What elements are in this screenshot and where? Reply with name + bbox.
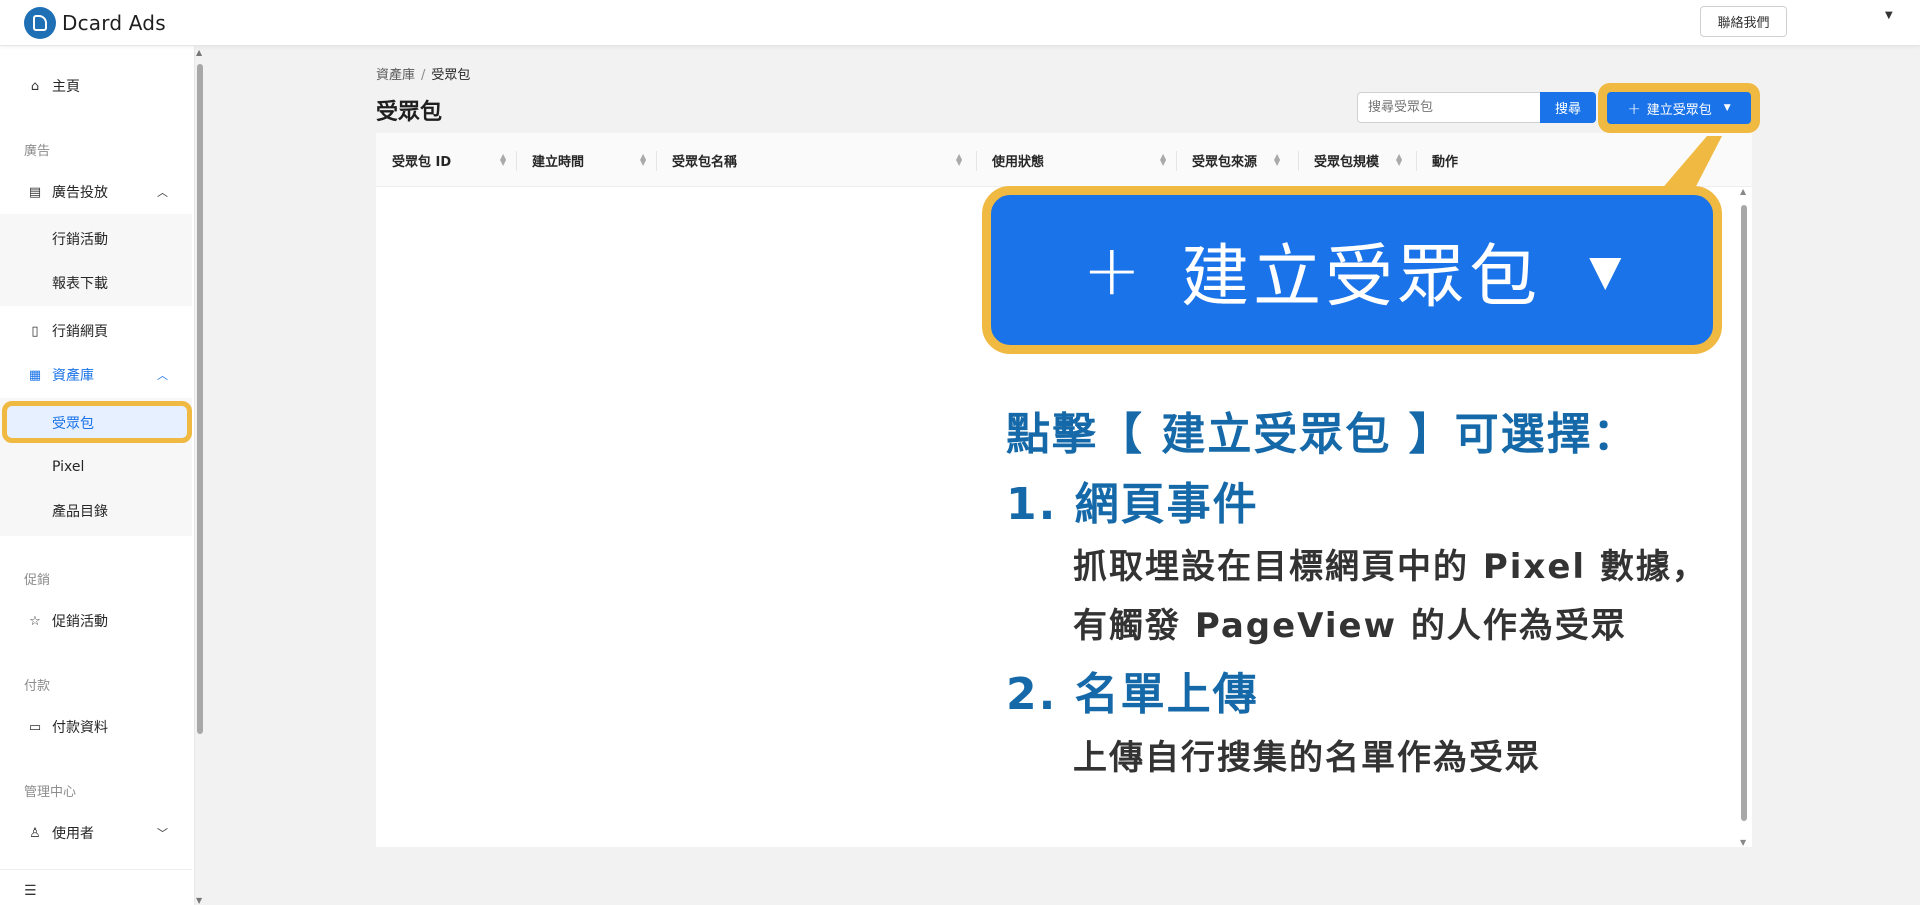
search-button[interactable]: 搜尋	[1540, 92, 1596, 123]
column-label: 受眾包 ID	[392, 154, 452, 170]
sort-icon[interactable]: ▲ ▼	[1396, 153, 1402, 167]
sidebar-item-home[interactable]: ⌂ 主頁	[0, 66, 192, 106]
sidebar-section-promo: 促銷	[24, 573, 51, 588]
sidebar-section-admin: 管理中心	[24, 785, 77, 800]
phone-icon: ▯	[31, 323, 39, 339]
sidebar-section-payment: 付款	[24, 679, 51, 694]
create-audience-button[interactable]: + 建立受眾包 ▼	[1607, 92, 1751, 124]
app-logo[interactable]: Dcard Ads	[24, 7, 166, 39]
column-header-status[interactable]: 使用狀態 ▲ ▼	[992, 133, 1176, 187]
chevron-up-icon: ︿	[157, 369, 168, 382]
create-audience-label: 建立受眾包	[1646, 102, 1712, 118]
breadcrumb-parent[interactable]: 資產庫	[376, 68, 415, 83]
column-label: 建立時間	[532, 154, 585, 170]
breadcrumb: 資產庫 / 受眾包	[376, 64, 470, 83]
annotation-heading: 點擊【 建立受眾包 】可選擇：	[1006, 409, 1639, 460]
sidebar-item-asset-library[interactable]: ▦ 資產庫 ︿	[0, 355, 192, 395]
column-divider	[656, 151, 657, 171]
column-header-id[interactable]: 受眾包 ID ▲ ▼	[392, 133, 516, 187]
sidebar-section-ads: 廣告	[24, 144, 51, 159]
sidebar-item-pixel[interactable]: Pixel	[0, 447, 192, 487]
star-icon: ☆	[29, 613, 41, 629]
contact-us-button[interactable]: 聯絡我們	[1700, 6, 1787, 37]
column-header-size[interactable]: 受眾包規模 ▲ ▼	[1314, 133, 1418, 187]
top-bar: Dcard Ads 聯絡我們 ▼	[0, 0, 1920, 46]
column-divider	[516, 151, 517, 171]
sidebar-item-label: 行銷網頁	[52, 324, 108, 340]
app-name: Dcard Ads	[62, 11, 166, 35]
account-caret-down-icon[interactable]: ▼	[1885, 10, 1893, 21]
sidebar-item-ad-delivery[interactable]: ▤ 廣告投放 ︿	[0, 172, 192, 212]
sort-icon[interactable]: ▲ ▼	[500, 153, 506, 167]
column-label: 受眾包規模	[1314, 154, 1380, 170]
sort-icon[interactable]: ▲ ▼	[1160, 153, 1166, 167]
sidebar-item-label: 促銷活動	[52, 614, 108, 630]
table-header: 受眾包 ID ▲ ▼ 建立時間 ▲ ▼ 受眾包名稱 ▲ ▼ 使用狀態 ▲ ▼ 受眾包來源…	[376, 133, 1752, 187]
calendar-icon: ▤	[28, 184, 42, 200]
sidebar-item-catalog[interactable]: 產品目錄	[0, 491, 192, 531]
sidebar-scrollbar[interactable]: ▲ ▼	[196, 48, 204, 905]
callout-button-label: 建立受眾包	[1181, 237, 1542, 317]
chevron-up-icon: ︿	[157, 186, 168, 199]
book-icon: ▦	[28, 367, 42, 383]
card-icon: ▭	[28, 719, 42, 735]
sidebar: ⌂ 主頁 廣告 ▤ 廣告投放 ︿ 行銷活動 報表下載 ▯ 行銷網頁 ▦ 資產庫 …	[0, 46, 195, 905]
search-input[interactable]	[1357, 92, 1540, 123]
sort-icon[interactable]: ▲ ▼	[1274, 153, 1280, 167]
sidebar-item-payment-info[interactable]: ▭ 付款資料	[0, 707, 192, 747]
sidebar-item-reports[interactable]: 報表下載	[0, 263, 192, 303]
column-header-name[interactable]: 受眾包名稱 ▲ ▼	[672, 133, 972, 187]
breadcrumb-current: 受眾包	[431, 68, 471, 83]
sidebar-item-label: 主頁	[52, 79, 80, 95]
column-header-actions: 動作	[1432, 133, 1532, 187]
home-icon: ⌂	[30, 78, 40, 94]
sidebar-item-users[interactable]: ♙ 使用者 ﹀	[0, 813, 192, 853]
caret-down-icon: ▼	[1723, 103, 1731, 113]
column-divider	[1176, 151, 1177, 171]
column-header-source[interactable]: 受眾包來源 ▲ ▼	[1192, 133, 1296, 187]
chevron-down-icon: ﹀	[157, 827, 168, 840]
sidebar-item-label: 廣告投放	[52, 185, 108, 201]
table-scrollbar[interactable]: ▲ ▼	[1738, 187, 1750, 847]
scroll-down-icon[interactable]: ▼	[196, 896, 202, 905]
user-icon: ♙	[29, 825, 41, 841]
sort-icon[interactable]: ▲ ▼	[640, 153, 646, 167]
breadcrumb-separator: /	[421, 68, 426, 83]
plus-icon: +	[1082, 229, 1142, 311]
page-title: 受眾包	[376, 100, 443, 125]
callout-zoomed-create-button: + 建立受眾包 ▼	[982, 186, 1722, 354]
scrollbar-thumb[interactable]	[197, 64, 203, 734]
sort-icon[interactable]: ▲ ▼	[956, 153, 962, 167]
sidebar-item-label: 付款資料	[52, 720, 108, 736]
scroll-up-icon[interactable]: ▲	[1740, 187, 1746, 196]
annotation-option1-desc-1: 抓取埋設在目標網頁中的 Pixel 數據，	[1073, 547, 1708, 587]
column-label: 受眾包名稱	[672, 154, 738, 170]
sidebar-item-label: 使用者	[52, 826, 94, 842]
plus-icon: +	[1627, 98, 1641, 118]
column-divider	[976, 151, 977, 171]
column-label: 使用狀態	[992, 154, 1045, 170]
scrollbar-thumb[interactable]	[1741, 205, 1747, 821]
dcard-logo-icon	[24, 7, 56, 39]
scroll-down-icon[interactable]: ▼	[1740, 838, 1746, 847]
sidebar-item-promotions[interactable]: ☆ 促銷活動	[0, 601, 192, 641]
column-divider	[1298, 151, 1299, 171]
sidebar-item-audiences[interactable]: 受眾包	[0, 403, 192, 443]
sidebar-divider	[0, 869, 192, 870]
sidebar-item-landing-pages[interactable]: ▯ 行銷網頁	[0, 311, 192, 351]
scroll-up-icon[interactable]: ▲	[196, 48, 202, 57]
column-label: 動作	[1432, 154, 1459, 170]
column-divider	[1416, 151, 1417, 171]
annotation-option2-title: 2. 名單上傳	[1006, 669, 1259, 720]
sidebar-item-campaigns[interactable]: 行銷活動	[0, 219, 192, 259]
annotation-option1-title: 1. 網頁事件	[1006, 479, 1259, 530]
sidebar-item-label: 資產庫	[52, 368, 94, 384]
annotation-option1-desc-2: 有觸發 PageView 的人作為受眾	[1073, 606, 1627, 646]
column-label: 受眾包來源	[1192, 154, 1258, 170]
caret-down-icon: ▼	[1589, 245, 1622, 295]
annotation-option2-desc: 上傳自行搜集的名單作為受眾	[1073, 738, 1541, 778]
column-header-created-time[interactable]: 建立時間 ▲ ▼	[532, 133, 656, 187]
collapse-menu-icon[interactable]: ☰	[24, 883, 37, 899]
